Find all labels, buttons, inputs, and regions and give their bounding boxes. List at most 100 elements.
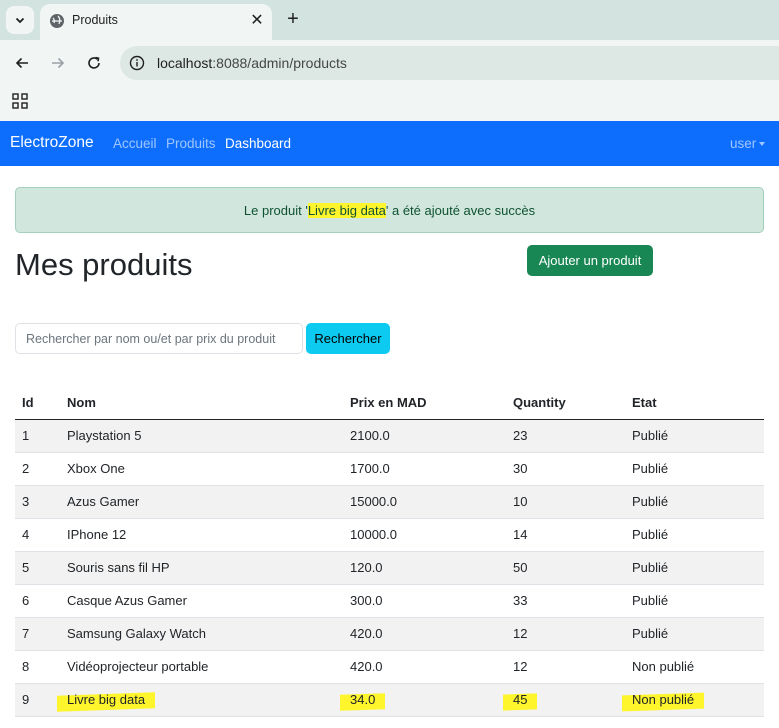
cell-text: 34.0	[350, 692, 376, 707]
cell-etat: Publié	[625, 584, 764, 618]
cell-id: 6	[15, 584, 60, 618]
cell-prix: 1700.0	[343, 452, 506, 486]
alert-prefix: Le produit '	[243, 203, 308, 218]
cell-nom: Xbox One	[60, 452, 343, 486]
nav-link-produits[interactable]: Produits	[166, 136, 216, 151]
user-dropdown-label: user	[730, 136, 757, 151]
cell-qty: 14	[506, 518, 625, 552]
page-title: Mes produits	[15, 247, 193, 282]
header-quantity: Quantity	[506, 386, 625, 420]
cell-nom: Livre big data	[60, 683, 343, 717]
header-id: Id	[15, 386, 60, 420]
user-dropdown[interactable]: user	[730, 136, 766, 151]
cell-prix: 420.0	[343, 650, 506, 684]
add-product-button[interactable]: Ajouter un produit	[527, 245, 653, 276]
cell-text: 45	[513, 692, 528, 707]
cell-nom: Vidéoprojecteur portable	[60, 650, 343, 684]
tab-search-button[interactable]	[6, 6, 34, 34]
cell-qty: 12	[506, 617, 625, 651]
cell-etat: Publié	[625, 452, 764, 486]
cell-nom: Azus Gamer	[60, 485, 343, 519]
cell-etat: Non publié	[625, 650, 764, 684]
cell-qty: 33	[506, 584, 625, 618]
navbar-brand[interactable]: ElectroZone	[10, 134, 94, 152]
reload-icon	[88, 56, 100, 69]
cell-nom: Playstation 5	[60, 419, 343, 453]
table-row: 4 IPhone 12 10000.0 14 Publié	[15, 518, 764, 552]
cell-id: 1	[15, 419, 60, 453]
cell-prix: 34.0	[343, 683, 506, 717]
cell-id: 7	[15, 617, 60, 651]
cell-prix: 10000.0	[343, 518, 506, 552]
cell-prix: 300.0	[343, 584, 506, 618]
table-header-row: Id Nom Prix en MAD Quantity Etat	[15, 386, 764, 420]
cell-etat: Publié	[625, 551, 764, 585]
info-icon[interactable]	[129, 55, 145, 71]
highlight-mark: 45	[513, 692, 527, 707]
url-host: localhost	[157, 55, 213, 71]
back-button[interactable]	[10, 51, 34, 75]
close-tab-icon[interactable]: ✕	[246, 9, 268, 31]
cell-nom: Souris sans fil HP	[60, 551, 343, 585]
cell-etat: Publié	[625, 419, 764, 453]
nav-link-accueil[interactable]: Accueil	[113, 136, 157, 151]
table-row: 5 Souris sans fil HP 120.0 50 Publié	[15, 551, 764, 585]
browser-tab[interactable]: Produits ✕	[40, 4, 272, 40]
table-row: 3 Azus Gamer 15000.0 10 Publié	[15, 485, 764, 519]
search-button[interactable]: Rechercher	[306, 323, 390, 354]
new-tab-icon[interactable]: +	[282, 8, 304, 30]
table-row: 1 Playstation 5 2100.0 23 Publié	[15, 419, 764, 453]
table-row: 7 Samsung Galaxy Watch 420.0 12 Publié	[15, 617, 764, 651]
cell-prix: 2100.0	[343, 419, 506, 453]
app-navbar: ElectroZone Accueil Produits Dashboard u…	[0, 121, 779, 166]
cell-etat: Publié	[625, 518, 764, 552]
success-alert: Le produit 'Livre big data' a été ajouté…	[15, 187, 764, 233]
cell-id: 9	[15, 683, 60, 717]
cell-id: 4	[15, 518, 60, 552]
cell-qty: 23	[506, 419, 625, 453]
bookmarks-bar	[0, 86, 779, 121]
table-row: 8 Vidéoprojecteur portable 420.0 12 Non publ…	[15, 650, 764, 684]
cell-id: 8	[15, 650, 60, 684]
header-nom: Nom	[60, 386, 343, 420]
cell-nom: IPhone 12	[60, 518, 343, 552]
cell-id: 5	[15, 551, 60, 585]
highlight-mark: Non publié	[632, 692, 694, 707]
highlight-mark: 34.0	[350, 692, 375, 707]
cell-qty: 50	[506, 551, 625, 585]
forward-button[interactable]	[46, 51, 70, 75]
cell-prix: 420.0	[343, 617, 506, 651]
table-row: 2 Xbox One 1700.0 30 Publié	[15, 452, 764, 486]
cell-nom: Samsung Galaxy Watch	[60, 617, 343, 651]
cell-qty: 30	[506, 452, 625, 486]
cell-etat: Publié	[625, 485, 764, 519]
search-input[interactable]	[15, 323, 303, 354]
highlight-mark: Livre big data	[67, 692, 145, 707]
header-etat: Etat	[625, 386, 764, 420]
reload-button[interactable]	[82, 51, 106, 75]
caret-down-icon	[759, 142, 766, 147]
cell-etat: Non publié	[625, 683, 764, 717]
cell-prix: 120.0	[343, 551, 506, 585]
browser-tabstrip: Produits ✕ +	[0, 0, 779, 40]
globe-icon	[50, 14, 64, 28]
apps-grid-icon[interactable]	[12, 93, 28, 109]
url-path: :8088/admin/products	[212, 55, 347, 71]
cell-qty: 45	[506, 683, 625, 717]
cell-text: Non publié	[632, 692, 695, 707]
products-table: Id Nom Prix en MAD Quantity Etat 1 Playst…	[15, 386, 764, 717]
cell-id: 3	[15, 485, 60, 519]
nav-link-dashboard[interactable]: Dashboard	[225, 136, 291, 151]
cell-etat: Publié	[625, 617, 764, 651]
alert-suffix: ' a été ajouté avec succès	[385, 203, 536, 218]
chevron-down-icon	[15, 17, 25, 24]
address-bar[interactable]: localhost:8088/admin/products	[120, 46, 779, 80]
alert-product-name: Livre big data	[307, 203, 386, 218]
cell-qty: 10	[506, 485, 625, 519]
cell-qty: 12	[506, 650, 625, 684]
table-row: 9 Livre big data 34.0 45 Non publié	[15, 683, 764, 717]
cell-text: Livre big data	[67, 692, 146, 707]
cell-prix: 15000.0	[343, 485, 506, 519]
header-prix: Prix en MAD	[343, 386, 506, 420]
tab-title: Produits	[72, 13, 118, 27]
